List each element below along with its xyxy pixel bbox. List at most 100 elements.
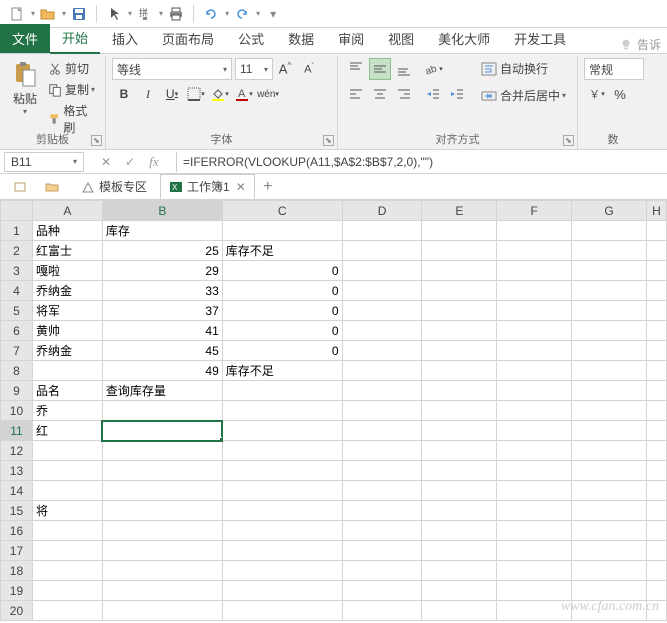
font-name-select[interactable]: 等线▾	[112, 58, 232, 80]
cell[interactable]	[422, 481, 497, 501]
cell[interactable]	[422, 541, 497, 561]
add-tab-icon[interactable]: +	[257, 178, 279, 196]
cell[interactable]	[222, 381, 342, 401]
cell[interactable]	[422, 501, 497, 521]
cell[interactable]: 0	[222, 321, 342, 341]
row-header[interactable]: 5	[1, 301, 33, 321]
undo-icon[interactable]	[199, 3, 223, 25]
cell[interactable]	[572, 241, 647, 261]
cell[interactable]: 乔纳金	[32, 281, 102, 301]
underline-button[interactable]: U▾	[161, 83, 183, 105]
copy-button[interactable]: 复制▾	[44, 79, 99, 100]
cell[interactable]	[422, 461, 497, 481]
cell[interactable]: 品名	[32, 381, 102, 401]
row-header[interactable]: 17	[1, 541, 33, 561]
fx-icon[interactable]: fx	[142, 152, 166, 172]
tab-view[interactable]: 视图	[376, 24, 426, 53]
cell[interactable]	[646, 361, 666, 381]
cell[interactable]: 红富士	[32, 241, 102, 261]
cell[interactable]	[222, 541, 342, 561]
cell[interactable]	[646, 321, 666, 341]
cell[interactable]	[222, 521, 342, 541]
cell[interactable]	[497, 421, 572, 441]
tab-review[interactable]: 审阅	[326, 24, 376, 53]
dropdown-icon[interactable]: ▾	[225, 9, 229, 18]
cell[interactable]: 0	[222, 301, 342, 321]
cell[interactable]	[497, 481, 572, 501]
cell[interactable]: 品种	[32, 221, 102, 241]
phonetic-button[interactable]: wén▾	[257, 83, 279, 105]
cell[interactable]	[646, 581, 666, 601]
align-right-icon[interactable]	[393, 83, 415, 105]
cell[interactable]	[222, 221, 342, 241]
align-middle-icon[interactable]	[369, 58, 391, 80]
cell[interactable]	[342, 221, 422, 241]
cell[interactable]: 嘎啦	[32, 261, 102, 281]
cell[interactable]	[422, 561, 497, 581]
cell[interactable]	[572, 421, 647, 441]
row-header[interactable]: 8	[1, 361, 33, 381]
align-top-icon[interactable]	[345, 58, 367, 80]
cell[interactable]	[32, 581, 102, 601]
cell[interactable]: 0	[222, 261, 342, 281]
font-size-select[interactable]: 11▾	[235, 58, 273, 80]
cell[interactable]	[342, 461, 422, 481]
cell[interactable]	[422, 441, 497, 461]
cell[interactable]	[342, 481, 422, 501]
row-header[interactable]: 1	[1, 221, 33, 241]
cell[interactable]	[572, 561, 647, 581]
cell[interactable]	[572, 501, 647, 521]
cell[interactable]	[646, 341, 666, 361]
cell[interactable]	[102, 561, 222, 581]
select-all-corner[interactable]	[1, 201, 33, 221]
paste-button[interactable]: 粘贴 ▾	[6, 58, 44, 132]
cell[interactable]	[572, 481, 647, 501]
indent-decrease-icon[interactable]	[422, 83, 444, 105]
row-header[interactable]: 10	[1, 401, 33, 421]
redo-icon[interactable]	[230, 3, 254, 25]
row-header[interactable]: 15	[1, 501, 33, 521]
cell[interactable]	[572, 361, 647, 381]
cell[interactable]	[497, 221, 572, 241]
cell[interactable]	[102, 401, 222, 421]
cell[interactable]	[646, 461, 666, 481]
cell[interactable]: 49	[102, 361, 222, 381]
formula-input[interactable]: =IFERROR(VLOOKUP(A11,$A$2:$B$7,2,0),"")	[176, 152, 667, 172]
cell[interactable]	[572, 401, 647, 421]
row-header[interactable]: 19	[1, 581, 33, 601]
cell[interactable]	[422, 401, 497, 421]
cell[interactable]	[497, 441, 572, 461]
cell[interactable]: 库存不足	[222, 361, 342, 381]
cut-button[interactable]: 剪切	[44, 58, 99, 79]
cell[interactable]	[342, 581, 422, 601]
dropdown-icon[interactable]: ▾	[31, 9, 35, 18]
cell[interactable]	[222, 401, 342, 421]
fill-color-button[interactable]: ▾	[209, 83, 231, 105]
tell-me[interactable]: 告诉	[619, 36, 667, 53]
more-icon[interactable]: ▾	[261, 3, 285, 25]
tab-data[interactable]: 数据	[276, 24, 326, 53]
cell[interactable]	[422, 281, 497, 301]
row-header[interactable]: 20	[1, 601, 33, 621]
cell[interactable]	[342, 541, 422, 561]
cell[interactable]	[422, 321, 497, 341]
cursor-icon[interactable]	[102, 3, 126, 25]
cell[interactable]: 41	[102, 321, 222, 341]
cell[interactable]	[102, 521, 222, 541]
nav-back-icon[interactable]	[8, 176, 36, 198]
dialog-launcher-icon[interactable]: ⬊	[563, 135, 574, 146]
dropdown-icon[interactable]: ▾	[128, 9, 132, 18]
cell[interactable]	[342, 381, 422, 401]
cell[interactable]	[497, 501, 572, 521]
row-header[interactable]: 3	[1, 261, 33, 281]
cell[interactable]	[572, 601, 647, 621]
row-header[interactable]: 13	[1, 461, 33, 481]
cell[interactable]	[572, 341, 647, 361]
cell[interactable]	[102, 461, 222, 481]
cell[interactable]	[32, 601, 102, 621]
cell[interactable]: 乔	[32, 401, 102, 421]
cell[interactable]	[422, 341, 497, 361]
cell[interactable]	[102, 441, 222, 461]
cell[interactable]: 库存	[102, 221, 222, 241]
nav-folder-icon[interactable]	[40, 176, 68, 198]
